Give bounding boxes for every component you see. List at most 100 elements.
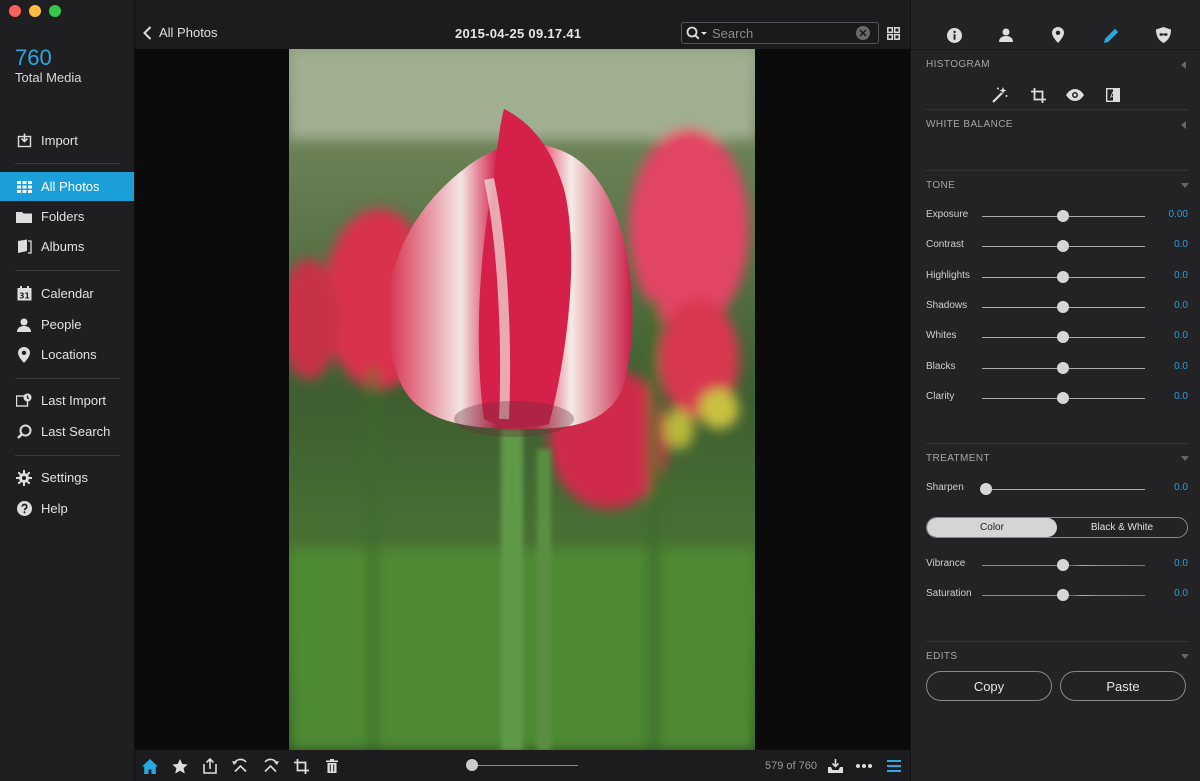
section-histogram[interactable]: HISTOGRAM bbox=[926, 59, 990, 70]
grid-view-button[interactable] bbox=[887, 27, 900, 45]
tab-edit[interactable] bbox=[1102, 26, 1120, 44]
gear-icon bbox=[16, 469, 32, 486]
rotate-right-icon bbox=[263, 758, 279, 773]
minimize-window-button[interactable] bbox=[29, 5, 41, 17]
slider-track[interactable] bbox=[982, 489, 1145, 490]
sidebar-item-folders[interactable]: Folders bbox=[0, 202, 134, 231]
copy-button[interactable]: Copy bbox=[926, 671, 1052, 701]
slider-label: Contrast bbox=[926, 239, 964, 250]
info-panel-button[interactable] bbox=[885, 757, 903, 775]
star-icon bbox=[172, 758, 188, 773]
sidebar-item-label: All Photos bbox=[41, 179, 100, 194]
sidebar-item-label: Last Search bbox=[41, 424, 111, 439]
share-icon bbox=[203, 758, 217, 774]
clear-search-icon[interactable] bbox=[856, 26, 870, 40]
rotate-right-button[interactable] bbox=[261, 757, 279, 775]
edit-panel: HISTOGRAM A WHITE BALANCE TONE Exposure … bbox=[910, 0, 1200, 781]
auto-enhance-button[interactable] bbox=[991, 86, 1009, 104]
home-button[interactable] bbox=[141, 757, 159, 775]
sidebar-item-albums[interactable]: Albums bbox=[0, 232, 134, 261]
zoom-slider-track[interactable] bbox=[472, 765, 578, 766]
calendar-icon: 31 bbox=[16, 286, 32, 302]
photo-viewer[interactable] bbox=[135, 49, 910, 750]
collapse-arrow-icon[interactable] bbox=[1181, 61, 1186, 69]
brand-number: 760 bbox=[15, 45, 52, 70]
slider-thumb[interactable] bbox=[1057, 362, 1069, 374]
section-edits[interactable]: EDITS bbox=[926, 651, 957, 662]
sidebar-item-all-photos[interactable]: All Photos bbox=[0, 172, 134, 201]
eye-icon bbox=[1066, 89, 1084, 101]
slider-label: Vibrance bbox=[926, 558, 966, 569]
sidebar-item-label: People bbox=[41, 317, 82, 332]
crop-icon bbox=[293, 758, 309, 774]
sidebar-item-label: Calendar bbox=[41, 286, 94, 301]
slider-highlights: Highlights 0.0 bbox=[926, 270, 1188, 284]
tab-info[interactable] bbox=[945, 26, 963, 44]
sidebar: 760 Total Media Import All Photos Folder… bbox=[0, 0, 135, 781]
search-menu-icon[interactable] bbox=[682, 26, 712, 40]
back-button[interactable]: All Photos bbox=[143, 25, 218, 40]
slider-thumb[interactable] bbox=[1057, 210, 1069, 222]
sidebar-item-people[interactable]: People bbox=[0, 310, 134, 339]
slider-thumb[interactable] bbox=[1057, 301, 1069, 313]
section-tone[interactable]: TONE bbox=[926, 180, 955, 191]
sidebar-item-locations[interactable]: Locations bbox=[0, 340, 134, 369]
zoom-slider-thumb[interactable] bbox=[466, 759, 478, 771]
slider-thumb[interactable] bbox=[1057, 392, 1069, 404]
slider-thumb[interactable] bbox=[1057, 331, 1069, 343]
slider-value: 0.0 bbox=[1174, 558, 1188, 569]
panel-tabs bbox=[911, 18, 1200, 50]
sidebar-item-calendar[interactable]: 31 Calendar bbox=[0, 279, 134, 308]
sidebar-item-label: Help bbox=[41, 501, 68, 516]
slider-thumb[interactable] bbox=[1057, 240, 1069, 252]
slider-thumb[interactable] bbox=[1057, 559, 1069, 571]
sidebar-item-settings[interactable]: Settings bbox=[0, 463, 134, 492]
close-window-button[interactable] bbox=[9, 5, 21, 17]
sidebar-divider bbox=[15, 270, 120, 271]
slider-thumb[interactable] bbox=[1057, 589, 1069, 601]
collapse-arrow-icon[interactable] bbox=[1181, 121, 1186, 129]
black-white-option[interactable]: Black & White bbox=[1057, 518, 1187, 537]
album-icon bbox=[16, 239, 32, 255]
sidebar-item-last-search[interactable]: Last Search bbox=[0, 417, 134, 446]
chevron-left-icon bbox=[143, 25, 152, 40]
bottom-toolbar: 579 of 760 bbox=[135, 750, 910, 781]
person-icon bbox=[999, 28, 1013, 42]
delete-button[interactable] bbox=[323, 757, 341, 775]
rotate-left-button[interactable] bbox=[231, 757, 249, 775]
paste-button[interactable]: Paste bbox=[1060, 671, 1186, 701]
section-white-balance[interactable]: WHITE BALANCE bbox=[926, 119, 1013, 130]
redeye-tool-button[interactable] bbox=[1066, 86, 1084, 104]
section-treatment[interactable]: TREATMENT bbox=[926, 453, 990, 464]
crop-tool-button[interactable] bbox=[1029, 86, 1047, 104]
slider-thumb[interactable] bbox=[1057, 271, 1069, 283]
sidebar-item-label: Albums bbox=[41, 239, 85, 254]
magic-wand-icon bbox=[992, 87, 1008, 103]
tab-location[interactable] bbox=[1049, 26, 1067, 44]
sidebar-item-help[interactable]: Help bbox=[0, 494, 134, 523]
slider-value: 0.0 bbox=[1174, 588, 1188, 599]
sidebar-item-import[interactable]: Import bbox=[0, 126, 134, 155]
favorite-button[interactable] bbox=[171, 757, 189, 775]
sidebar-item-label: Import bbox=[41, 133, 78, 148]
tab-people[interactable] bbox=[997, 26, 1015, 44]
sidebar-item-last-import[interactable]: Last Import bbox=[0, 386, 134, 415]
expand-arrow-icon[interactable] bbox=[1181, 456, 1189, 461]
tab-privacy[interactable] bbox=[1154, 26, 1172, 44]
color-option[interactable]: Color bbox=[927, 518, 1057, 537]
search-input[interactable] bbox=[712, 25, 852, 41]
home-icon bbox=[142, 758, 158, 774]
share-button[interactable] bbox=[201, 757, 219, 775]
compare-tool-button[interactable]: A bbox=[1104, 86, 1122, 104]
expand-arrow-icon[interactable] bbox=[1181, 183, 1189, 188]
slider-thumb[interactable] bbox=[980, 483, 992, 495]
viewer-toolbar: All Photos 2015-04-25 09.17.41 bbox=[135, 18, 910, 49]
more-button[interactable] bbox=[855, 757, 873, 775]
back-label: All Photos bbox=[159, 25, 218, 40]
download-button[interactable] bbox=[826, 757, 844, 775]
expand-arrow-icon[interactable] bbox=[1181, 654, 1189, 659]
zoom-window-button[interactable] bbox=[49, 5, 61, 17]
grid-icon bbox=[16, 179, 32, 195]
slider-label: Exposure bbox=[926, 209, 969, 220]
crop-button[interactable] bbox=[292, 757, 310, 775]
